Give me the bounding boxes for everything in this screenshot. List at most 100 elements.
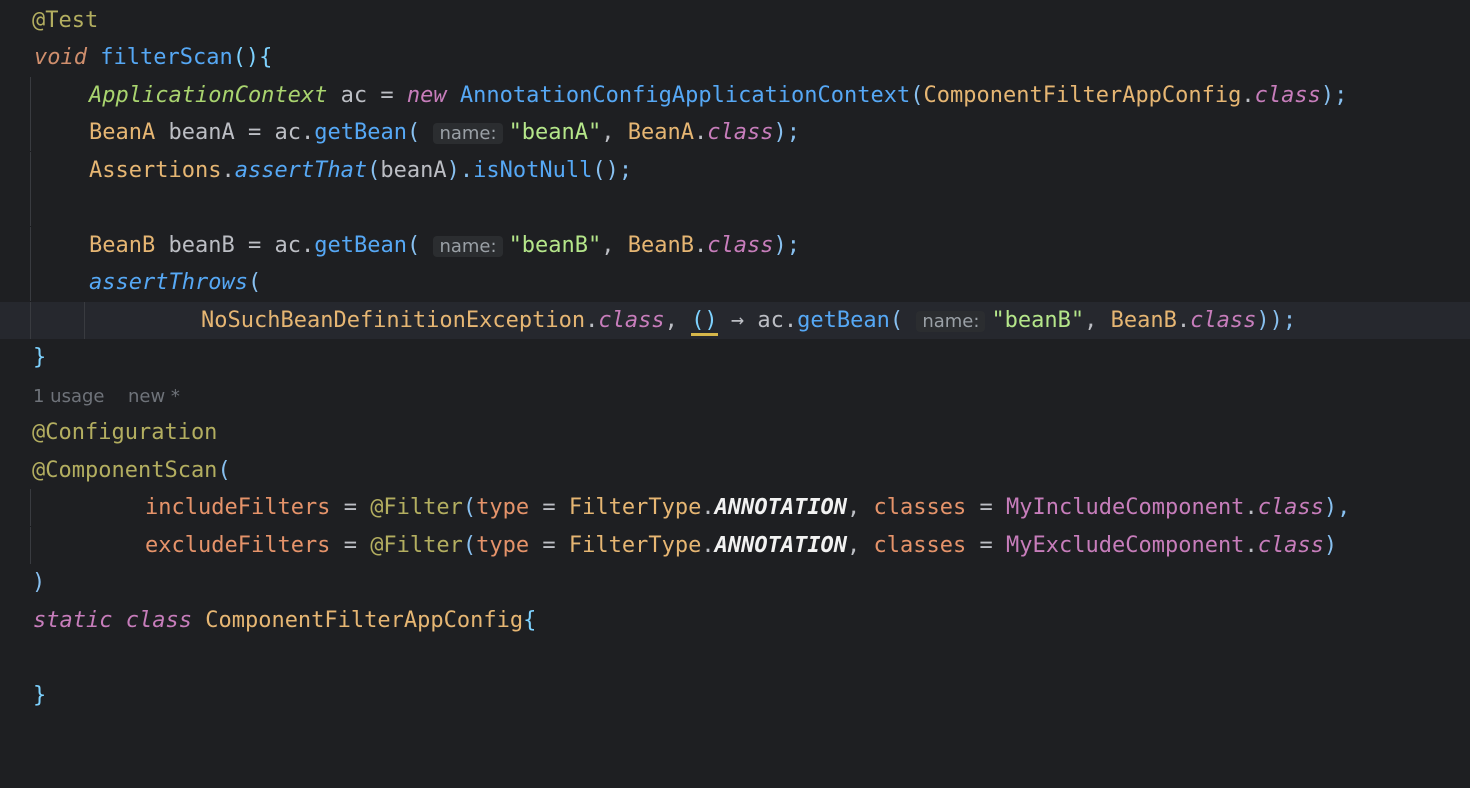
keyword-class: class — [1254, 83, 1321, 108]
code-line[interactable]: @Configuration — [0, 414, 1470, 451]
attribute-name: type — [476, 495, 530, 520]
usage-count[interactable]: 1 usage — [33, 378, 105, 415]
paren-close: ). — [446, 158, 474, 183]
static-method-call: assertThrows — [89, 270, 248, 295]
class-declaration: static class ComponentFilterAppConfig{ — [33, 602, 536, 639]
receiver: ac. — [757, 308, 798, 333]
paren: ( — [406, 233, 421, 258]
class-ref: BeanA — [627, 120, 695, 145]
code-line[interactable]: void filterScan(){ — [0, 39, 1470, 76]
code-line[interactable]: } — [0, 339, 1470, 376]
code-statement: assertThrows( — [89, 264, 261, 301]
class-ref: FilterType — [568, 533, 702, 558]
keyword-class: class — [707, 233, 774, 258]
code-line[interactable] — [0, 189, 1470, 226]
code-line[interactable]: BeanB beanB = ac.getBean( name: "beanB", … — [0, 227, 1470, 264]
annotation-test: @Test — [32, 8, 99, 33]
class-ref: ComponentFilterAppConfig — [923, 83, 1242, 108]
code-vision-line: 1 usage new * — [0, 378, 1470, 415]
paren-close: (); — [592, 158, 633, 183]
indent-guide — [30, 302, 31, 339]
type-name: ApplicationContext — [89, 83, 328, 108]
keyword-class: class — [1190, 308, 1257, 333]
indent-guide — [30, 527, 31, 564]
indent-guide — [84, 302, 85, 339]
code-line[interactable]: BeanA beanA = ac.getBean( name: "beanA", … — [0, 114, 1470, 151]
brace-close: } — [33, 345, 47, 370]
code-statement: BeanA beanA = ac.getBean( name: "beanA", … — [89, 114, 800, 152]
dot: . — [694, 233, 708, 258]
brace-open: { — [523, 608, 537, 633]
type-name: BeanB — [89, 233, 156, 258]
paren-close: ) — [32, 570, 46, 595]
indent-guide — [30, 77, 31, 114]
lambda-params-cursor[interactable]: () — [691, 308, 718, 336]
enum-constant: ANNOTATION — [714, 495, 848, 520]
indent-guide — [30, 264, 31, 301]
code-line[interactable]: @Test — [0, 2, 1470, 39]
class-ref: FilterType — [568, 495, 702, 520]
dot: . — [1176, 308, 1191, 333]
code-line[interactable]: ) — [0, 564, 1470, 601]
paren-close: )); — [1256, 308, 1297, 333]
type-name: BeanA — [89, 120, 156, 145]
code-line[interactable]: static class ComponentFilterAppConfig{ — [0, 602, 1470, 639]
keyword-class: class — [707, 120, 774, 145]
receiver: ac. — [274, 120, 315, 145]
indent-guide — [30, 489, 31, 526]
paren: ( — [217, 458, 231, 483]
paren: ( — [889, 308, 904, 333]
dot: . — [1244, 495, 1258, 520]
code-line[interactable]: @ComponentScan( — [0, 452, 1470, 489]
string-literal: "beanA" — [508, 120, 602, 145]
class-ref: MyIncludeComponent — [1006, 495, 1245, 520]
method-call: getBean — [314, 120, 407, 145]
static-method-call: assertThat — [234, 158, 368, 183]
keyword-static: static — [33, 608, 113, 633]
operator: = — [979, 495, 993, 520]
class-ref: BeanB — [627, 233, 695, 258]
code-line[interactable]: assertThrows( — [0, 264, 1470, 301]
comma: , — [601, 233, 615, 258]
comma: , — [847, 533, 861, 558]
paren-close: ) — [1323, 533, 1338, 558]
method-call: getBean — [797, 308, 890, 333]
method-signature: void filterScan(){ — [34, 39, 272, 76]
comma: , — [601, 120, 615, 145]
operator: = — [979, 533, 993, 558]
code-line[interactable]: excludeFilters = @Filter(type = FilterTy… — [0, 527, 1470, 564]
operator: = — [343, 495, 357, 520]
attribute-name: type — [476, 533, 530, 558]
code-line[interactable]: includeFilters = @Filter(type = FilterTy… — [0, 489, 1470, 526]
code-line[interactable]: } — [0, 677, 1470, 714]
operator: = — [247, 233, 262, 258]
parameter-hint: name: — [433, 236, 503, 257]
code-line[interactable]: ApplicationContext ac = new AnnotationCo… — [0, 77, 1470, 114]
operator: = — [343, 533, 357, 558]
operator: = — [247, 120, 262, 145]
parameter-hint: name: — [916, 311, 986, 332]
code-line-current[interactable]: NoSuchBeanDefinitionException.class, () … — [0, 302, 1470, 339]
brace-open: (){ — [232, 45, 273, 70]
enum-constant: ANNOTATION — [714, 533, 848, 558]
class-ref: NoSuchBeanDefinitionException — [201, 308, 586, 333]
indent-guide — [30, 227, 31, 264]
author-new[interactable]: new * — [128, 378, 180, 415]
code-line[interactable]: Assertions.assertThat(beanA).isNotNull()… — [0, 152, 1470, 189]
variable: beanB — [168, 233, 235, 258]
dot: . — [1241, 83, 1255, 108]
code-line[interactable] — [0, 639, 1470, 676]
code-editor[interactable]: @Test void filterScan(){ ApplicationCont… — [0, 0, 1470, 720]
paren-close: ), — [1323, 495, 1351, 520]
keyword-class: class — [598, 308, 665, 333]
method-call: getBean — [314, 233, 407, 258]
keyword-class: class — [1257, 495, 1324, 520]
comma: , — [847, 495, 861, 520]
annotation-name: @ComponentScan — [32, 458, 218, 483]
receiver: ac. — [274, 233, 315, 258]
attribute-name: excludeFilters — [145, 533, 331, 558]
annotation-name: @Filter — [370, 533, 463, 558]
comma: , — [664, 308, 678, 333]
variable: beanA — [380, 158, 447, 183]
constructor-call: AnnotationConfigApplicationContext — [459, 83, 911, 108]
